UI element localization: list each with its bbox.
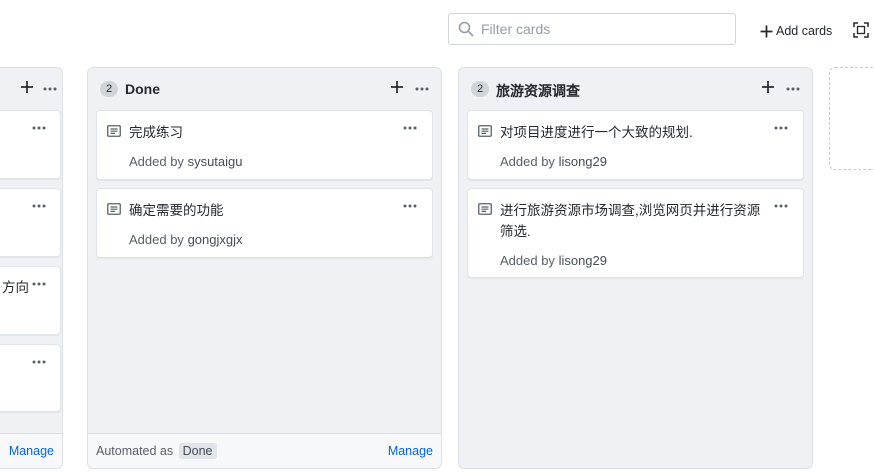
card-menu-kebab-icon[interactable] (32, 126, 46, 130)
card-added-by: Added by sysutaigu (129, 154, 242, 169)
search-icon (458, 21, 474, 37)
card-title-fragment: 方向 (2, 280, 29, 295)
card-title-line: 进行旅游资源市场调查,浏览网页并进行资源 (500, 203, 761, 218)
card-count-badge: 2 (471, 81, 489, 97)
added-by-prefix: Added by (500, 154, 555, 169)
fullscreen-button[interactable] (853, 22, 869, 41)
card-author: lisong29 (558, 253, 607, 268)
card-menu-kebab-icon[interactable] (403, 204, 417, 208)
card[interactable]: 对项目进度进行一个大致的规划. Added by lisong29 (467, 110, 804, 180)
card-added-by: Added by lisong29 (500, 253, 607, 268)
column-add-plus-icon[interactable] (761, 80, 775, 94)
card-menu-kebab-icon[interactable] (774, 204, 788, 208)
column-title: 旅游资源调查 (496, 83, 580, 99)
note-icon (478, 203, 492, 215)
card-menu-kebab-icon[interactable] (32, 360, 46, 364)
column-add-plus-icon[interactable] (390, 80, 404, 94)
filter-cards-search[interactable] (448, 13, 736, 45)
automated-prefix: Automated as (96, 444, 174, 458)
added-by-prefix: Added by (129, 232, 184, 247)
column-menu-kebab-icon[interactable] (415, 87, 429, 91)
column-done: 2 Done 完成练习 Added by sysutaigu 确定需要的功能 A… (87, 67, 442, 469)
card-title: 确定需要的功能 (129, 203, 224, 218)
column-footer: Automated as Done Manage (88, 433, 441, 468)
automation-status: Automated as Done (96, 443, 217, 459)
card[interactable]: 完成练习 Added by sysutaigu (96, 110, 433, 180)
added-by-prefix: Added by (129, 154, 184, 169)
card-added-by: Added by lisong29 (500, 154, 607, 169)
note-icon (478, 125, 492, 137)
card[interactable]: 进行旅游资源市场调查,浏览网页并进行资源 筛选. Added by lisong2… (467, 188, 804, 278)
plus-icon (760, 25, 773, 37)
card-author: lisong29 (558, 154, 607, 169)
column-header: 2 Done (88, 68, 441, 110)
column-menu-kebab-icon[interactable] (786, 87, 800, 91)
card[interactable] (0, 188, 61, 257)
card-title: 对项目进度进行一个大致的规划. (500, 125, 693, 140)
card-menu-kebab-icon[interactable] (774, 126, 788, 130)
column-header: 2 旅游资源调查 (459, 68, 812, 110)
card[interactable] (0, 344, 61, 412)
filter-cards-input[interactable] (481, 15, 721, 43)
add-column-placeholder[interactable] (829, 67, 874, 170)
note-icon (107, 203, 121, 215)
card-menu-kebab-icon[interactable] (32, 204, 46, 208)
card[interactable]: 方向 (0, 266, 61, 335)
manage-link[interactable]: Manage (388, 444, 433, 458)
column-partial-left: 方向 Manage (0, 67, 63, 469)
card-count-badge: 2 (100, 81, 118, 97)
card-menu-kebab-icon[interactable] (32, 282, 46, 286)
card[interactable] (0, 110, 61, 179)
automation-tag: Done (178, 443, 217, 459)
card-menu-kebab-icon[interactable] (403, 126, 417, 130)
card-added-by: Added by gongjxgjx (129, 232, 243, 247)
column-footer: Manage (0, 433, 62, 468)
card-author: sysutaigu (187, 154, 243, 169)
column-travel-research: 2 旅游资源调查 对项目进度进行一个大致的规划. Added by lisong… (458, 67, 813, 469)
card-title: 进行旅游资源市场调查,浏览网页并进行资源 筛选. (500, 200, 760, 242)
card-title: 完成练习 (129, 125, 183, 140)
note-icon (107, 125, 121, 137)
card-title-line: 筛选. (500, 224, 531, 239)
manage-link[interactable]: Manage (9, 444, 54, 458)
add-cards-label: Add cards (776, 24, 833, 38)
fullscreen-icon (853, 22, 869, 38)
column-menu-kebab-icon[interactable] (43, 87, 57, 91)
added-by-prefix: Added by (500, 253, 555, 268)
column-title: Done (125, 81, 160, 97)
column-add-plus-icon[interactable] (20, 80, 34, 94)
add-cards-button[interactable]: Add cards (760, 22, 832, 40)
card-author: gongjxgjx (187, 232, 243, 247)
card[interactable]: 确定需要的功能 Added by gongjxgjx (96, 188, 433, 258)
